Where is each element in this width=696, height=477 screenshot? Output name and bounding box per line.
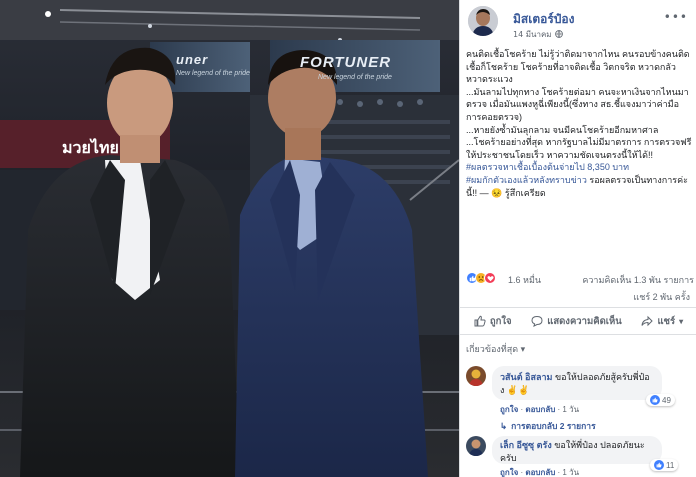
comment-like-badge[interactable]: 49 xyxy=(646,394,675,406)
post-header: มิสเตอร์ป๋อง 14 มีนาคม ••• xyxy=(468,6,690,40)
share-label: แชร์ xyxy=(657,315,676,327)
comment-count[interactable]: ความคิดเห็น 1.3 พัน รายการ xyxy=(582,273,694,287)
comment-button[interactable]: แสดงความคิดเห็น xyxy=(531,314,622,329)
banner-muaythai: มวยไทย xyxy=(62,140,119,157)
comment-meta: ถูกใจ · ตอบกลับ · 1 วัน xyxy=(500,405,580,414)
commenter-avatar[interactable] xyxy=(466,366,486,386)
comment-meta: ถูกใจ · ตอบกลับ · 1 วัน xyxy=(500,468,580,477)
banner-tagline-center: New legend of the pride xyxy=(318,74,392,81)
banner-brand-center: FORTUNER xyxy=(300,54,392,71)
like-label: ถูกใจ xyxy=(489,315,512,327)
post-side-panel: มิสเตอร์ป๋อง 14 มีนาคม ••• คนติดเชื้อโชค… xyxy=(459,0,696,477)
hashtag-link[interactable]: #ผมกักตัวเองแล้วหลังทราบข่าว xyxy=(466,175,587,185)
comment-reply-link[interactable]: ตอบกลับ xyxy=(525,405,555,414)
post-paragraph: ...โชคร้ายอย่างที่สุด หากรัฐบาลไม่มีมาตร… xyxy=(466,137,692,160)
like-badge-icon xyxy=(654,460,664,470)
comment-sort-selector[interactable]: เกี่ยวข้องที่สุด ▾ xyxy=(466,342,525,356)
commenter-name[interactable]: วสันต์ อิสลาม xyxy=(500,372,552,382)
comment-item: วสันต์ อิสลาม ขอให้ปลอดภัยสู้ครับพี่ป๋อง… xyxy=(466,366,694,436)
thumbs-up-icon xyxy=(474,315,486,327)
replies-count-label: การตอบกลับ 2 รายการ xyxy=(511,421,596,431)
post-paragraph: ...มันลามไปทุกทาง โชคร้ายต่อมา คนจะหาเงิ… xyxy=(466,86,689,122)
love-reaction-icon xyxy=(484,272,496,284)
comment-bubble: เล็ก อีซูซุ ตรัง ขอให้พี่ป๋อง ปลอดภัยนะค… xyxy=(492,436,662,464)
post-date-row: 14 มีนาคม xyxy=(513,28,563,41)
post-date[interactable]: 14 มีนาคม xyxy=(513,28,552,41)
post-photo[interactable]: uner New legend of the pride FORTUNER Ne… xyxy=(0,0,459,477)
post-paragraph: ...หายยังซ้ำมันลุกลาม จนมีคนโชคร้ายอีกมห… xyxy=(466,124,659,135)
post-action-bar: ถูกใจ แสดงความคิดเห็น แชร์ ▾ xyxy=(460,307,696,335)
comment-label: แสดงความคิดเห็น xyxy=(547,315,622,327)
reply-arrow-icon: ↳ xyxy=(500,420,508,431)
author-name[interactable]: มิสเตอร์ป๋อง xyxy=(513,10,574,29)
reaction-icons xyxy=(466,272,496,284)
comment-like-count: 49 xyxy=(662,395,671,405)
comment-like-badge[interactable]: 11 xyxy=(650,459,679,471)
more-options-icon[interactable]: ••• xyxy=(664,10,688,24)
banner-tagline-left: New legend of the pride xyxy=(176,70,250,77)
post-text: คนติดเชื้อโชคร้าย ไม่รู้ว่าติดมาจากไหน ค… xyxy=(466,48,694,199)
view-replies-link[interactable]: ↳ การตอบกลับ 2 รายการ xyxy=(500,419,596,433)
audience-globe-icon[interactable] xyxy=(554,29,563,40)
like-button[interactable]: ถูกใจ xyxy=(474,314,512,329)
share-arrow-icon xyxy=(641,315,654,327)
comment-time[interactable]: 1 วัน xyxy=(562,468,579,477)
comment-sort-label: เกี่ยวข้องที่สุด ▾ xyxy=(466,344,526,354)
comment-like-link[interactable]: ถูกใจ xyxy=(500,468,518,477)
comment-bubble: วสันต์ อิสลาม ขอให้ปลอดภัยสู้ครับพี่ป๋อง… xyxy=(492,366,662,400)
share-button[interactable]: แชร์ ▾ xyxy=(641,314,683,329)
post-tags-paragraph: #ผลตรวจหาเชื้อเบื้องต้นจ่ายไป 8,350 บาท … xyxy=(466,161,694,199)
comment-bubble-icon xyxy=(531,315,543,327)
post-paragraph: คนติดเชื้อโชคร้าย ไม่รู้ว่าติดมาจากไหน ค… xyxy=(466,49,690,85)
comment-time[interactable]: 1 วัน xyxy=(562,405,579,414)
author-avatar[interactable] xyxy=(468,6,498,36)
reaction-summary[interactable]: 1.6 หมื่น ความคิดเห็น 1.3 พัน รายการ xyxy=(466,272,694,286)
feeling-label: 😣 รู้สึกเครียด xyxy=(491,187,546,198)
share-count[interactable]: แชร์ 2 พัน ครั้ง xyxy=(633,290,690,304)
like-badge-icon xyxy=(650,395,660,405)
share-dropdown-icon[interactable]: ▾ xyxy=(679,317,683,326)
commenter-avatar[interactable] xyxy=(466,436,486,456)
hashtag-link[interactable]: #ผลตรวจหาเชื้อเบื้องต้นจ่ายไป 8,350 บาท xyxy=(466,162,629,172)
comment-item: เล็ก อีซูซุ ตรัง ขอให้พี่ป๋อง ปลอดภัยนะค… xyxy=(466,436,694,477)
banner-brand-left: uner xyxy=(176,52,209,67)
comment-reply-link[interactable]: ตอบกลับ xyxy=(525,468,555,477)
comment-like-count: 11 xyxy=(666,460,675,470)
comment-like-link[interactable]: ถูกใจ xyxy=(500,405,518,414)
reaction-count: 1.6 หมื่น xyxy=(508,275,542,285)
commenter-name[interactable]: เล็ก อีซูซุ ตรัง xyxy=(500,440,552,450)
